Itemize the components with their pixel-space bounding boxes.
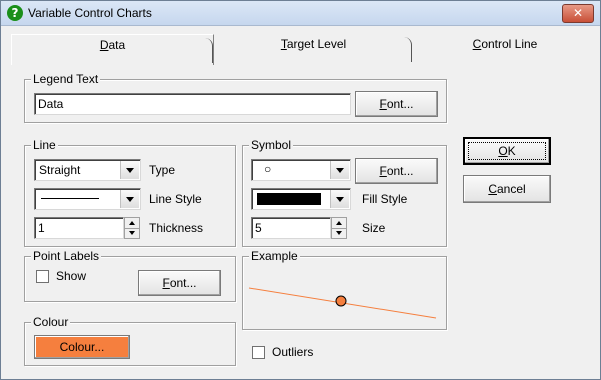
show-label: Show (56, 269, 87, 283)
cancel-button[interactable]: Cancel (463, 175, 551, 203)
legend-text-group-label: Legend Text (31, 72, 101, 86)
line-group-label: Line (31, 138, 58, 152)
spin-down-icon[interactable] (332, 228, 346, 238)
line-style-swatch (41, 198, 99, 199)
close-icon: ✕ (572, 6, 584, 20)
focus-rectangle (468, 142, 546, 160)
line-type-label: Type (149, 163, 176, 177)
tab-control-line[interactable]: Control Line (415, 34, 595, 64)
example-preview (248, 287, 437, 319)
tab-control-line-mnemonic: C (472, 37, 482, 51)
close-button[interactable]: ✕ (562, 4, 594, 23)
chevron-down-icon[interactable] (120, 190, 139, 208)
show-checkbox[interactable] (36, 270, 49, 283)
point-labels-group-label: Point Labels (31, 249, 102, 263)
point-labels-font-button[interactable]: Font... (138, 270, 221, 296)
cancel-label: ancel (496, 182, 526, 196)
dialog-window: ? Variable Control Charts ✕ Data Target … (0, 0, 601, 380)
tab-separator (403, 37, 412, 62)
example-group-label: Example (249, 249, 300, 263)
chevron-down-icon[interactable] (330, 190, 349, 208)
size-input[interactable]: 5 (251, 217, 331, 239)
line-style-select[interactable] (34, 188, 141, 210)
symbol-font-mnemonic: F (379, 164, 387, 178)
title-bar[interactable]: ? Variable Control Charts ✕ (1, 1, 600, 26)
tab-strip: Data Target Level Control Line (1, 34, 600, 65)
fill-style-select[interactable] (251, 188, 351, 210)
size-label: Size (362, 221, 386, 235)
help-question-icon: ? (7, 5, 23, 21)
point-labels-font-mnemonic: F (162, 276, 170, 290)
symbol-group-label: Symbol (249, 138, 294, 152)
thickness-label: Thickness (149, 221, 204, 235)
size-spinner[interactable] (331, 217, 347, 239)
tab-data-label: ata (108, 38, 126, 52)
symbol-font-label: ont... (386, 164, 414, 178)
symbol-font-button[interactable]: Font... (355, 158, 438, 184)
spin-down-icon[interactable] (125, 228, 139, 238)
legend-text-input[interactable]: Data (34, 93, 351, 115)
colour-group-label: Colour (31, 315, 71, 329)
outliers-checkbox[interactable] (252, 346, 265, 359)
thickness-input[interactable]: 1 (34, 217, 124, 239)
ok-button[interactable]: OK (463, 137, 551, 165)
legend-font-button[interactable]: Font... (355, 91, 438, 117)
legend-font-mnemonic: F (379, 97, 387, 111)
tab-control-line-label: ontrol Line (481, 37, 538, 51)
fill-style-label: Fill Style (362, 192, 408, 206)
cancel-mnemonic: C (488, 182, 497, 196)
colour-button[interactable]: Colour... (34, 335, 130, 359)
fill-style-swatch (257, 193, 321, 205)
line-type-select[interactable]: Straight (34, 159, 141, 181)
tab-separator (204, 38, 213, 63)
point-labels-font-label: ont... (169, 276, 197, 290)
outliers-label: Outliers (272, 345, 314, 359)
line-style-label: Line Style (149, 192, 202, 206)
legend-font-label: ont... (386, 97, 414, 111)
tab-target-level-label: arget Level (286, 37, 347, 51)
chevron-down-icon[interactable] (120, 161, 139, 179)
symbol-select[interactable]: ○ (251, 159, 351, 181)
tab-data[interactable]: Data (11, 34, 214, 65)
tab-target-level[interactable]: Target Level (215, 34, 412, 64)
thickness-spinner[interactable] (124, 217, 140, 239)
line-type-value: Straight (39, 163, 81, 177)
example-symbol (335, 295, 347, 307)
window-title: Variable Control Charts (28, 6, 152, 20)
chevron-down-icon[interactable] (330, 161, 349, 179)
symbol-circle-icon: ○ (264, 162, 272, 176)
